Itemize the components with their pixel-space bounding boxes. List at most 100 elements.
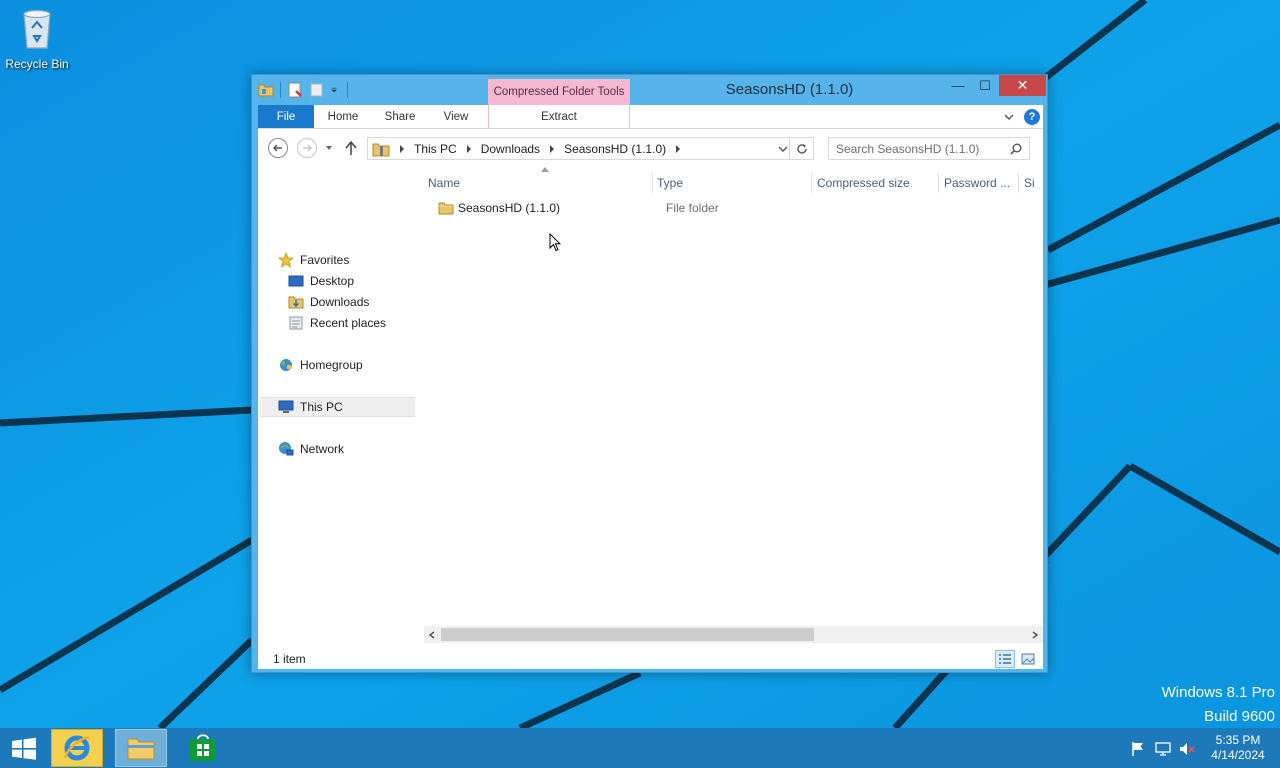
refresh-icon [796,143,807,154]
expand-ribbon-chevron-icon[interactable] [1002,110,1016,124]
ribbon-tabs: File Home Share View Extract ? [258,105,1043,129]
nav-this-pc[interactable]: This PC [260,397,415,417]
internet-explorer-icon [63,735,90,761]
column-header-name[interactable]: Name [428,173,460,193]
nav-desktop[interactable]: Desktop [288,271,354,291]
tab-extract[interactable]: Extract [488,105,630,128]
tab-share[interactable]: Share [378,105,422,128]
file-type: File folder [666,201,719,215]
taskbar-store[interactable] [177,729,229,767]
search-icon[interactable] [1010,143,1022,155]
taskbar-file-explorer[interactable] [115,729,167,767]
tab-file[interactable]: File [258,105,314,128]
search-box[interactable] [828,137,1030,160]
star-icon [278,252,294,268]
scroll-right-button[interactable] [1027,626,1043,643]
folder-icon [438,202,454,215]
desktop-icon [288,275,304,287]
breadcrumb-separator-icon[interactable] [546,143,558,155]
window-title: SeasonsHD (1.1.0) [725,81,854,98]
os-build-watermark: Build 9600 [1204,708,1275,725]
taskbar: 5:35 PM 4/14/2024 [0,728,1280,768]
quick-access-toolbar [258,81,354,99]
clock[interactable]: 5:35 PM 4/14/2024 [1203,733,1273,763]
breadcrumb-this-pc[interactable]: This PC [414,142,457,156]
item-count: 1 item [273,652,306,666]
refresh-button[interactable] [790,137,814,160]
forward-arrow-icon [303,144,312,152]
os-version-watermark: Windows 8.1 Pro [1161,684,1275,701]
recycle-bin-icon [23,9,51,49]
title-bar[interactable]: Compressed Folder Tools SeasonsHD (1.1.0… [252,75,1047,105]
network-status-icon[interactable] [1155,741,1171,757]
large-icons-view-button[interactable] [1018,650,1038,668]
chevron-left-icon [428,630,435,639]
nav-favorites[interactable]: Favorites [278,250,349,270]
explorer-content: Favorites Desktop Downloads Recent place… [258,166,1043,649]
customize-qat-chevron-icon[interactable] [331,82,341,98]
nav-downloads[interactable]: Downloads [288,292,369,312]
breadcrumb-separator-icon[interactable] [396,143,408,155]
breadcrumb-separator-icon[interactable] [463,143,475,155]
nav-recent-places-label: Recent places [310,316,387,330]
column-header-type[interactable]: Type [657,173,683,193]
status-bar: 1 item [258,649,1043,669]
qat-separator-2 [347,82,348,98]
navigation-pane: Favorites Desktop Downloads Recent place… [258,166,416,649]
column-header-compressed-size[interactable]: Compressed size [817,173,910,193]
column-divider[interactable] [811,173,812,193]
explorer-window: Compressed Folder Tools SeasonsHD (1.1.0… [251,74,1048,673]
nav-network-label: Network [300,442,345,456]
properties-icon[interactable] [287,82,303,98]
nav-favorites-label: Favorites [300,253,350,267]
taskbar-internet-explorer[interactable] [51,729,103,767]
maximize-button[interactable]: ☐ [972,75,998,96]
scrollbar-thumb[interactable] [441,628,814,641]
desktop: Recycle Bin Windows 8.1 Pro Build 9600 C… [0,0,1280,728]
address-bar[interactable]: This PC Downloads SeasonsHD (1.1.0) [367,137,790,160]
downloads-folder-icon [288,296,304,309]
recent-locations-chevron-icon[interactable] [324,143,334,153]
nav-recent-places[interactable]: Recent places [288,313,386,333]
chevron-right-icon [1032,630,1039,639]
breadcrumb-seasonshd[interactable]: SeasonsHD (1.1.0) [564,142,666,156]
breadcrumb-downloads[interactable]: Downloads [481,142,540,156]
folder-app-icon[interactable] [258,82,274,98]
details-view-button[interactable] [995,650,1015,668]
column-divider[interactable] [652,173,653,193]
breadcrumb-separator-icon[interactable] [672,143,684,155]
file-explorer-icon [127,738,155,760]
address-history-chevron-icon[interactable] [778,144,788,154]
column-header-password[interactable]: Password ... [944,173,1010,193]
forward-button[interactable] [297,138,317,158]
action-center-flag-icon[interactable] [1130,741,1146,757]
compressed-folder-tools-header: Compressed Folder Tools [488,79,630,105]
computer-icon [278,400,294,413]
nav-homegroup[interactable]: Homegroup [278,355,363,375]
back-button[interactable] [268,138,288,158]
nav-downloads-label: Downloads [310,295,370,309]
navigation-bar: This PC Downloads SeasonsHD (1.1.0) [258,129,1043,166]
help-button[interactable]: ? [1024,109,1040,125]
file-row[interactable]: SeasonsHD (1.1.0) File folder [432,197,1032,219]
scroll-left-button[interactable] [424,626,440,643]
column-divider[interactable] [1018,173,1019,193]
close-button[interactable]: ✕ [999,75,1046,96]
nav-network[interactable]: Network [278,439,344,459]
tab-view[interactable]: View [432,105,480,128]
volume-muted-icon[interactable] [1179,741,1195,757]
windows-start-icon[interactable] [10,737,38,761]
column-divider[interactable] [938,173,939,193]
column-header-size[interactable]: Si [1024,173,1035,193]
search-input[interactable] [829,138,1005,159]
tab-home[interactable]: Home [318,105,368,128]
file-list-pane: Name Type Compressed size Password ... S… [422,166,1043,649]
minimize-button[interactable]: — [945,75,971,96]
zip-folder-icon [372,143,390,156]
up-arrow-icon[interactable] [344,140,358,156]
horizontal-scrollbar[interactable] [424,626,1043,643]
recent-places-icon [289,316,303,330]
recycle-bin-shortcut[interactable]: Recycle Bin [4,6,70,71]
clock-time: 5:35 PM [1215,733,1261,747]
new-folder-icon[interactable] [309,82,325,98]
